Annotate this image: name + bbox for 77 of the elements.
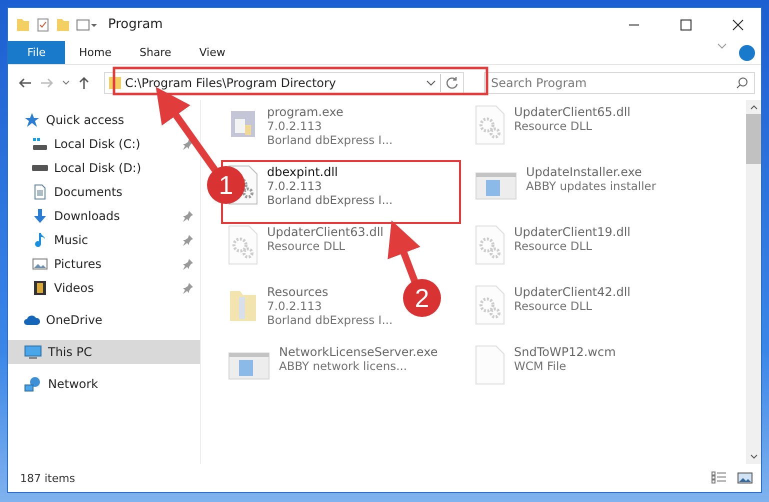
search-field[interactable]: Search Program: [484, 72, 755, 94]
scroll-thumb[interactable]: [746, 114, 761, 164]
sidebar-item[interactable]: This PC: [8, 340, 200, 364]
search-icon: [736, 76, 748, 88]
close-icon: [732, 18, 744, 30]
refresh-icon: [445, 76, 459, 90]
monitor-icon: [24, 344, 42, 360]
gears-icon: [474, 105, 506, 145]
file-item[interactable]: NetworkLicenseServer.exe ABBY network licens...: [223, 342, 442, 402]
sidebar-item[interactable]: Documents: [8, 180, 200, 204]
star-icon: [24, 112, 40, 128]
sidebar-item[interactable]: Local Disk (D:): [8, 156, 200, 180]
chevron-up-icon: [750, 104, 758, 110]
ribbon-tab[interactable]: Home: [65, 41, 126, 64]
step-number: 2: [403, 279, 441, 317]
gears-icon: [474, 285, 506, 325]
file-item[interactable]: UpdaterClient19.dll Resource DLL: [470, 222, 635, 282]
new-folder-icon: [56, 16, 70, 32]
large-icons-view-icon: [737, 471, 753, 485]
drive-icon: [32, 165, 48, 171]
details-view-button[interactable]: [711, 471, 727, 485]
file-item[interactable]: UpdaterClient63.dll Resource DLL: [223, 222, 388, 282]
ribbon-tab[interactable]: View: [185, 41, 240, 64]
network-icon: [24, 376, 42, 392]
file-item[interactable]: UpdaterClient65.dll Resource DLL: [470, 102, 635, 162]
recent-locations-button[interactable]: [62, 78, 70, 86]
chevron-down-icon: [426, 78, 436, 88]
view-options-icon: [76, 16, 98, 32]
ribbon-tab[interactable]: File: [8, 41, 65, 64]
chevron-down-icon: [62, 78, 70, 86]
window-title: Program: [108, 17, 164, 32]
file-item[interactable]: UpdaterClient42.dll Resource DLL: [470, 282, 635, 342]
pin-icon: [182, 138, 194, 150]
sidebar-item[interactable]: Quick access: [8, 108, 200, 132]
pin-icon: [182, 282, 194, 294]
back-button[interactable]: [18, 76, 32, 88]
scrollbar[interactable]: [746, 100, 761, 464]
address-path: C:\Program Files\Program Directory: [125, 76, 338, 90]
help-icon: [739, 44, 755, 60]
sidebar-item[interactable]: Pictures: [8, 252, 200, 276]
document-icon: [32, 184, 48, 200]
download-icon: [32, 208, 48, 224]
folder-icon: [16, 16, 30, 32]
arrow-right-icon: [40, 76, 54, 88]
drive-icon: [32, 137, 48, 151]
properties-icon: [36, 16, 50, 32]
arrow-left-icon: [18, 76, 32, 88]
blank-file-icon: [474, 345, 506, 385]
pin-icon: [182, 234, 194, 246]
file-item[interactable]: program.exe 7.0.2.113 Borland dbExpress I...: [223, 102, 397, 162]
file-item[interactable]: SndToWP12.wcm WCM File: [470, 342, 620, 402]
arrow-up-icon: [78, 76, 90, 90]
sidebar-item[interactable]: Network: [8, 372, 200, 396]
chevron-down-icon: [717, 41, 727, 51]
item-count: 187 items: [20, 472, 76, 484]
gears-icon: [474, 225, 506, 265]
pointer-arrow: [388, 220, 420, 284]
pin-icon: [182, 210, 194, 222]
film-icon: [32, 280, 48, 296]
step-number: 1: [207, 166, 245, 204]
up-button[interactable]: [78, 76, 90, 90]
ribbon-tab[interactable]: Share: [125, 41, 186, 64]
sidebar-item[interactable]: OneDrive: [8, 308, 200, 332]
chevron-down-icon: [750, 454, 758, 460]
file-item[interactable]: UpdateInstaller.exe ABBY updates installer: [470, 162, 660, 222]
file-item[interactable]: Resources 7.0.2.113 Borland dbExpress I...: [223, 282, 397, 342]
pin-icon: [182, 258, 194, 270]
details-view-icon: [711, 471, 727, 485]
maximize-icon: [680, 18, 692, 30]
sidebar-item[interactable]: Music: [8, 228, 200, 252]
pictures-icon: [32, 256, 48, 272]
sidebar-item[interactable]: Videos: [8, 276, 200, 300]
large-icons-button[interactable]: [737, 471, 753, 485]
gears-icon: [227, 225, 259, 265]
address-bar[interactable]: C:\Program Files\Program Directory: [104, 72, 464, 94]
sidebar-item[interactable]: Downloads: [8, 204, 200, 228]
sidebar-item[interactable]: Local Disk (C:): [8, 132, 200, 156]
